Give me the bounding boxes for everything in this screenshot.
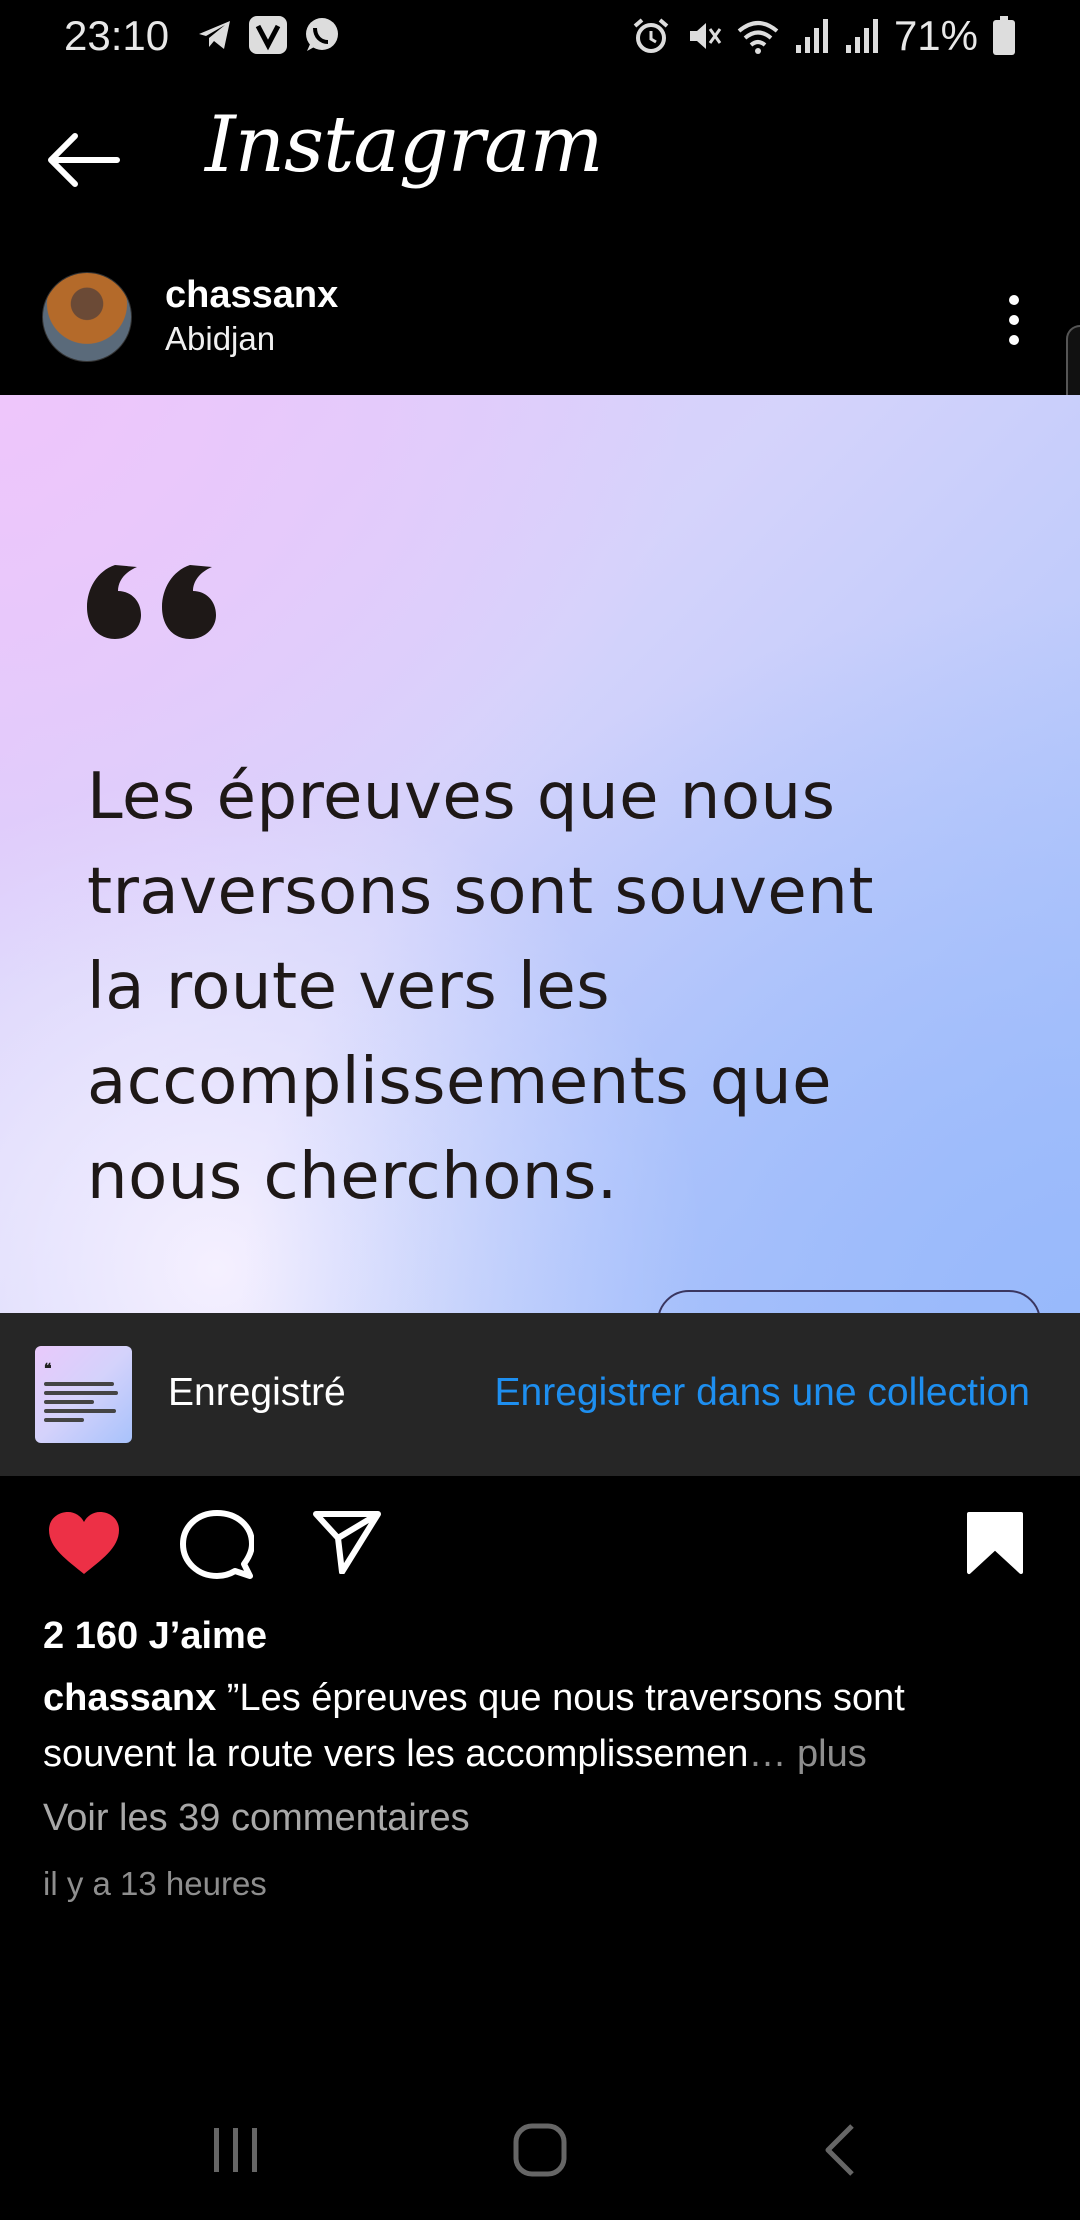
bookmark-icon[interactable] <box>965 1510 1025 1576</box>
thumbnail-line <box>44 1391 118 1395</box>
thumbnail-line <box>44 1409 116 1413</box>
thumbnail-line <box>44 1400 94 1404</box>
quote-line: nous cherchons. <box>87 1140 618 1214</box>
quote-line: la route vers les <box>87 950 611 1024</box>
author-badge <box>657 1290 1041 1315</box>
likes-count[interactable]: 2 160 J’aime <box>43 1615 267 1658</box>
more-vertical-icon[interactable] <box>1000 290 1028 350</box>
system-navigation-bar <box>0 2110 1080 2220</box>
avatar[interactable] <box>42 272 132 362</box>
mute-icon <box>689 23 722 49</box>
thumbnail-line <box>44 1418 84 1422</box>
saved-thumbnail: ❝ <box>35 1346 132 1443</box>
back-arrow-icon[interactable] <box>45 130 125 190</box>
status-app-icons <box>195 14 341 56</box>
telegram-icon <box>199 21 230 49</box>
heart-icon[interactable] <box>47 1510 121 1576</box>
caption-more-link[interactable]: … plus <box>748 1733 866 1775</box>
post-location[interactable]: Abidjan <box>165 320 275 358</box>
quote-line: accomplissements que <box>87 1045 832 1119</box>
signal-icon <box>845 19 878 53</box>
post-actions <box>0 1476 1080 1616</box>
signal-icon <box>795 19 828 53</box>
wifi-icon <box>737 21 779 54</box>
post-image[interactable]: Les épreuves que nous traversons sont so… <box>0 395 1080 1315</box>
saved-toast: ❝ Enregistré Enregistrer dans une collec… <box>0 1313 1080 1476</box>
save-to-collection-link[interactable]: Enregistrer dans une collection <box>495 1371 1030 1415</box>
post-timestamp: il y a 13 heures <box>43 1865 267 1902</box>
thumbnail-line <box>44 1382 114 1386</box>
saved-label: Enregistré <box>168 1371 346 1414</box>
app-header: Instagram <box>0 90 1080 230</box>
nav-back-icon[interactable] <box>820 2120 860 2180</box>
thumbnail-quote-icon: ❝ <box>44 1360 52 1376</box>
share-icon[interactable] <box>312 1510 382 1574</box>
whatsapp-icon <box>306 18 338 51</box>
post-header: chassanx Abidjan <box>0 270 1080 395</box>
comment-icon[interactable] <box>180 1510 254 1580</box>
status-bar: 23:10 71% <box>0 0 1080 70</box>
viber-icon <box>249 16 287 54</box>
quote-line: Les épreuves que nous <box>87 760 836 834</box>
quote-text: Les épreuves que nous traversons sont so… <box>87 750 987 1225</box>
status-time: 23:10 <box>64 12 170 59</box>
status-indicators: 71% <box>632 12 1016 60</box>
home-icon[interactable] <box>510 2120 570 2180</box>
battery-percent: 71% <box>893 12 978 59</box>
post-caption[interactable]: chassanx ”Les épreuves que nous traverso… <box>43 1670 1043 1782</box>
post-username[interactable]: chassanx <box>165 274 338 317</box>
battery-icon <box>993 16 1015 55</box>
recent-apps-icon[interactable] <box>210 2120 262 2180</box>
quote-icon <box>87 565 216 639</box>
instagram-logo: Instagram <box>205 100 604 190</box>
quote-line: traversons sont souvent <box>87 855 874 929</box>
caption-username[interactable]: chassanx <box>43 1677 216 1719</box>
alarm-icon <box>633 18 669 53</box>
view-comments-link[interactable]: Voir les 39 commentaires <box>43 1797 470 1840</box>
